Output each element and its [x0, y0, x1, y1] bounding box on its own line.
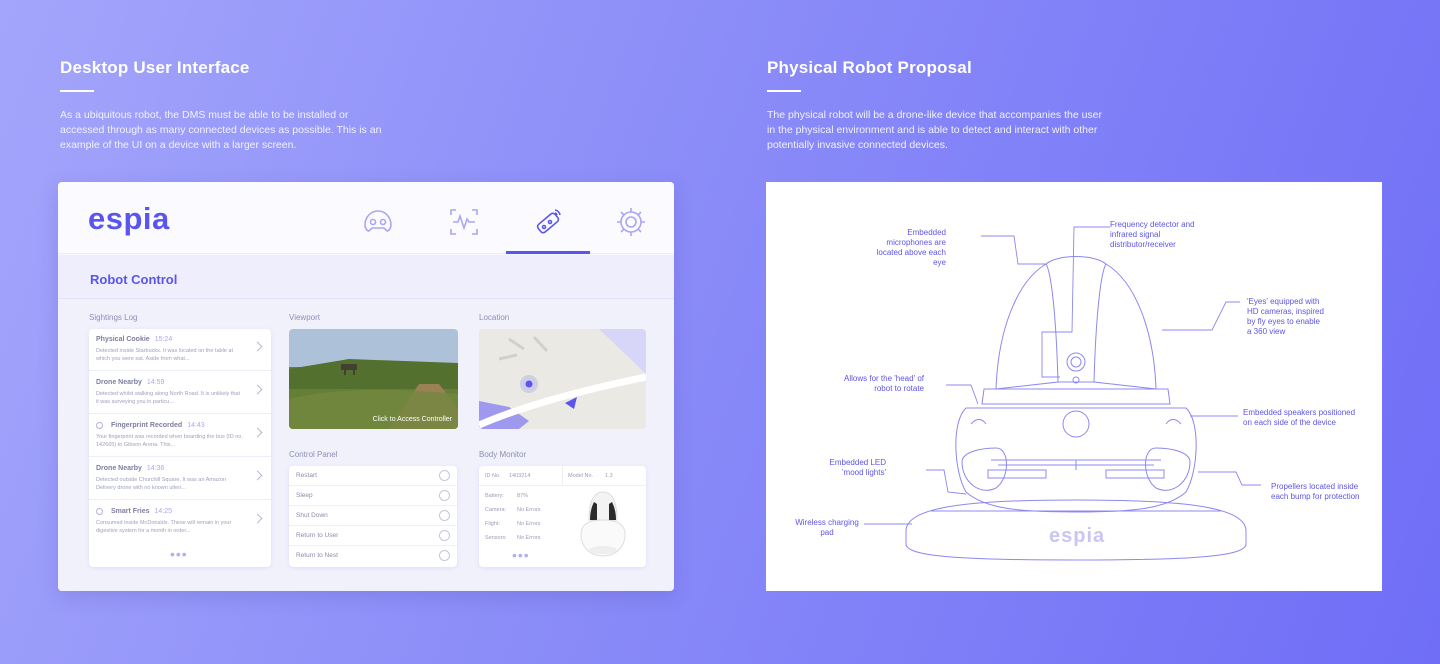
log-title: Smart Fries 14:25	[111, 508, 173, 515]
control-panel-label: Control Panel	[289, 450, 338, 459]
flight-value: No Errors	[517, 521, 541, 527]
battery-label: Battery:	[485, 493, 504, 499]
annotation-eyes: 'Eyes' equipped with HD cameras, inspire…	[1247, 297, 1324, 336]
desktop-ui-intro: As a ubiquitous robot, the DMS must be a…	[60, 109, 382, 151]
warning-icon	[96, 508, 103, 515]
model-label: Model No.	[568, 473, 594, 479]
control-label: Return to Nest	[296, 552, 338, 559]
nav-sightings-icon[interactable]	[360, 204, 396, 240]
restart-icon	[439, 470, 450, 481]
chevron-right-icon	[252, 341, 263, 352]
annotation-frequency-detector: Frequency detector and infrared signal d…	[1110, 220, 1195, 249]
more-dots-button[interactable]: •••	[170, 547, 188, 561]
list-item[interactable]: Drone Nearby 14:36 Detected outside Churc…	[89, 458, 271, 500]
control-label: Return to User	[296, 532, 339, 539]
body-monitor-panel: ID No. 1403214 Model No. 1.3 Battery: 87…	[479, 466, 646, 567]
page-title: Robot Control	[90, 272, 178, 287]
location-map[interactable]	[479, 329, 646, 429]
log-title: Physical Cookie 15:24	[96, 336, 173, 343]
sleep-icon	[439, 490, 450, 501]
section-title-bar: Robot Control	[58, 255, 674, 299]
robot-diagram: espia Embedded microphones are located a…	[766, 182, 1382, 591]
more-dots-button[interactable]: •••	[512, 548, 530, 562]
control-restart-button[interactable]: Restart	[289, 466, 457, 486]
control-label: Restart	[296, 472, 317, 479]
list-item[interactable]: Physical Cookie 15:24 Detected inside Sta…	[89, 329, 271, 371]
desktop-app-window: espia Robot Control Sightings Log Physic…	[58, 182, 674, 591]
list-item[interactable]: Smart Fries 14:25 Consumed inside McDonal…	[89, 501, 271, 543]
log-title: Fingerprint Recorded 14:43	[111, 422, 205, 429]
chevron-right-icon	[252, 513, 263, 524]
chevron-right-icon	[252, 427, 263, 438]
control-panel: Restart Sleep Shut Down Return to User R…	[289, 466, 457, 567]
sightings-log-panel: Physical Cookie 15:24 Detected inside Sta…	[89, 329, 271, 567]
list-item[interactable]: Drone Nearby 14:59 Detected whilst walkin…	[89, 372, 271, 414]
heading-rule	[767, 90, 801, 92]
divider	[562, 466, 563, 486]
id-value: 1403214	[509, 473, 531, 479]
control-label: Sleep	[296, 492, 313, 499]
location-label: Location	[479, 313, 510, 322]
sightings-log-label: Sightings Log	[89, 313, 138, 322]
desktop-ui-heading: Desktop User Interface	[60, 58, 250, 77]
id-label: ID No.	[485, 473, 501, 479]
log-title: Drone Nearby 14:36	[96, 465, 165, 472]
log-text: Detected inside Starbucks. It was locate…	[96, 348, 233, 362]
battery-value: 87%	[517, 493, 529, 499]
annotation-charging-pad: Wireless charging pad	[795, 518, 859, 537]
sensors-label: Sensors:	[485, 535, 507, 541]
heading-rule	[60, 90, 94, 92]
control-shutdown-button[interactable]: Shut Down	[289, 506, 457, 526]
log-text: Consumed inside McDonalds. These will re…	[96, 520, 232, 534]
user-icon	[439, 530, 450, 541]
annotation-microphones: Embedded microphones are located above e…	[876, 228, 946, 267]
chevron-right-icon	[252, 384, 263, 395]
viewport-label: Viewport	[289, 313, 320, 322]
camera-value: No Errors	[517, 507, 541, 513]
control-label: Shut Down	[296, 512, 328, 519]
warning-icon	[96, 422, 103, 429]
annotation-led: Embedded LED 'mood lights'	[829, 458, 886, 477]
viewport-caption: Click to Access Controller	[372, 416, 452, 423]
nav-settings-gear-icon[interactable]	[613, 204, 649, 240]
nav-monitor-icon[interactable]	[446, 204, 482, 240]
log-text: Your fingerprint was recorded when board…	[96, 434, 243, 448]
robot-proposal-heading: Physical Robot Proposal	[767, 58, 972, 77]
map-image	[479, 329, 646, 429]
log-text: Detected outside Churchill Square. It wa…	[96, 477, 226, 491]
annotation-speakers: Embedded speakers positioned on each sid…	[1243, 408, 1356, 427]
control-return-to-user-button[interactable]: Return to User	[289, 526, 457, 546]
model-value: 1.3	[605, 473, 613, 479]
body-monitor-label: Body Monitor	[479, 450, 527, 459]
annotation-head: Allows for the 'head' of robot to rotate	[844, 374, 924, 393]
control-return-to-nest-button[interactable]: Return to Nest	[289, 546, 457, 566]
sensors-value: No Errors	[517, 535, 541, 541]
power-icon	[439, 510, 450, 521]
flight-label: Flight:	[485, 521, 500, 527]
pad-espia-logo: espia	[1049, 525, 1106, 547]
nav-active-indicator	[506, 251, 590, 254]
log-title: Drone Nearby 14:59	[96, 379, 165, 386]
log-text: Detected whilst walking along North Road…	[96, 391, 240, 405]
camera-label: Camera:	[485, 507, 507, 513]
nav-remote-control-icon[interactable]	[530, 204, 566, 240]
app-header: espia	[58, 182, 674, 254]
annotation-propellers: Propellers located inside each bump for …	[1271, 482, 1360, 501]
robot-thumbnail	[580, 491, 626, 557]
viewport-image	[289, 329, 458, 429]
list-item[interactable]: Fingerprint Recorded 14:43 Your fingerpri…	[89, 415, 271, 457]
viewport-feed[interactable]: Click to Access Controller	[289, 329, 458, 429]
chevron-right-icon	[252, 470, 263, 481]
espia-logo: espia	[88, 201, 170, 236]
robot-proposal-intro: The physical robot will be a drone-like …	[767, 109, 1103, 151]
control-sleep-button[interactable]: Sleep	[289, 486, 457, 506]
home-icon	[439, 550, 450, 561]
